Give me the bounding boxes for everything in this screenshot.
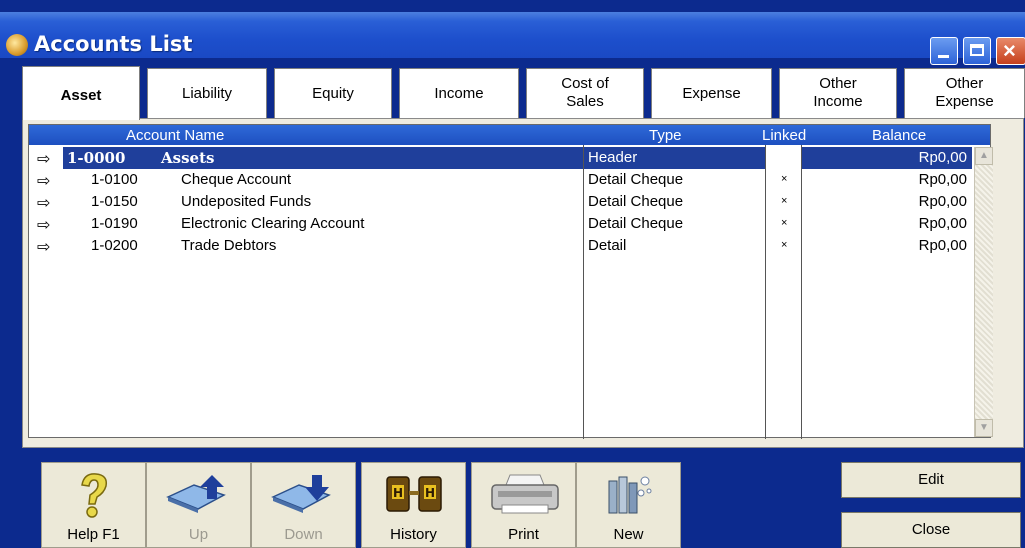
tab-cost-of-sales-line2: Sales — [566, 93, 604, 110]
close-window-button[interactable]: × — [996, 37, 1025, 65]
row-arrow-icon[interactable]: ⇨ — [37, 237, 50, 257]
accounts-list[interactable]: Account Name Type Linked Balance ⇨ 1-000… — [28, 124, 993, 439]
account-linked: × — [781, 217, 788, 229]
column-header-type[interactable]: Type — [649, 127, 682, 144]
account-linked: × — [781, 195, 788, 207]
print-button[interactable]: Print — [471, 462, 576, 548]
history-button[interactable]: H H History — [361, 462, 466, 548]
account-code: 1-0200 — [91, 237, 138, 254]
row-arrow-icon[interactable]: ⇨ — [37, 149, 50, 169]
tab-other-expense-line2: Expense — [935, 93, 994, 110]
printer-icon — [490, 474, 559, 514]
tab-expense[interactable]: Expense — [651, 68, 772, 118]
account-code: 1-0150 — [91, 193, 138, 210]
table-row[interactable]: ⇨ 1-0100 Cheque Account Detail Cheque × … — [31, 169, 981, 191]
help-button[interactable]: Help F1 — [41, 462, 146, 548]
account-linked: × — [781, 239, 788, 251]
tab-other-expense-line1: Other — [945, 75, 984, 92]
account-code: 1-0190 — [91, 215, 138, 232]
up-button-label: Up — [188, 526, 209, 543]
edit-button-label: Edit — [918, 471, 944, 488]
account-name: Undeposited Funds — [181, 193, 312, 210]
list-header: Account Name Type Linked Balance — [29, 125, 990, 145]
account-balance: Rp0,00 — [918, 193, 967, 210]
tab-equity[interactable]: Equity — [274, 68, 392, 118]
column-header-linked[interactable]: Linked — [762, 127, 806, 144]
tab-other-expense-label: Other Expense — [905, 75, 1024, 111]
table-row[interactable]: ⇨ 1-0190 Electronic Clearing Account Det… — [31, 213, 981, 235]
tab-liability-label: Liability — [181, 85, 233, 102]
account-type: Detail Cheque — [588, 215, 684, 232]
account-balance: Rp0,00 — [918, 237, 967, 254]
up-button[interactable]: Up — [146, 462, 251, 548]
svg-text:H: H — [392, 486, 402, 500]
minimize-button[interactable] — [930, 37, 958, 65]
tab-cost-of-sales-label: Cost of Sales — [527, 75, 643, 111]
account-type: Detail Cheque — [588, 193, 684, 210]
account-name: Cheque Account — [181, 171, 292, 188]
account-name: Electronic Clearing Account — [181, 215, 365, 232]
down-button[interactable]: Down — [251, 462, 356, 548]
account-code: 1-0000 — [67, 149, 126, 167]
tab-cost-of-sales-line1: Cost of — [561, 75, 609, 92]
help-button-label: Help F1 — [67, 526, 120, 543]
tab-income[interactable]: Income — [399, 68, 519, 118]
new-icon — [608, 476, 651, 514]
vertical-scrollbar[interactable]: ▲ ▼ — [974, 147, 993, 437]
down-button-label: Down — [284, 526, 323, 543]
account-balance: Rp0,00 — [918, 171, 967, 188]
account-balance: Rp0,00 — [918, 215, 967, 232]
accounts-list-window: Accounts List × Asset Liability Equity I… — [0, 0, 1025, 548]
title-bar[interactable]: Accounts List × — [0, 12, 1025, 65]
history-button-label: History — [390, 526, 437, 543]
tab-asset-label: Asset — [60, 87, 102, 104]
row-arrow-icon[interactable]: ⇨ — [37, 215, 50, 235]
window-title: Accounts List — [34, 32, 193, 56]
history-icon: H H — [385, 476, 442, 512]
edit-button[interactable]: Edit — [841, 462, 1021, 498]
new-button[interactable]: New — [576, 462, 681, 548]
row-arrow-icon[interactable]: ⇨ — [37, 171, 50, 191]
row-arrow-icon[interactable]: ⇨ — [37, 193, 50, 213]
tab-liability[interactable]: Liability — [147, 68, 267, 118]
close-button-label: Close — [911, 521, 951, 538]
scroll-down-icon[interactable]: ▼ — [975, 419, 993, 437]
account-code: 1-0100 — [91, 171, 138, 188]
close-icon: × — [1003, 38, 1016, 63]
tab-equity-label: Equity — [312, 85, 354, 102]
tab-income-label: Income — [434, 85, 484, 102]
tab-other-income-line2: Income — [813, 93, 863, 110]
table-row[interactable]: ⇨ 1-0200 Trade Debtors Detail × Rp0,00 — [31, 235, 981, 257]
tab-other-income-label: Other Income — [780, 75, 896, 111]
svg-text:H: H — [424, 486, 434, 500]
table-row[interactable]: ⇨ 1-0000 Assets Header Rp0,00 — [31, 147, 981, 169]
move-down-icon — [270, 475, 331, 513]
scroll-up-icon[interactable]: ▲ — [975, 147, 993, 165]
new-button-label: New — [613, 526, 644, 543]
account-linked: × — [781, 173, 788, 185]
tab-other-expense[interactable]: Other Expense — [904, 68, 1025, 118]
print-button-label: Print — [508, 526, 539, 543]
column-header-account-name[interactable]: Account Name — [126, 127, 224, 144]
tab-cost-of-sales[interactable]: Cost of Sales — [526, 68, 644, 118]
tab-other-income-line1: Other — [819, 75, 857, 92]
tab-expense-label: Expense — [682, 85, 741, 102]
minimize-icon — [938, 55, 949, 58]
account-name: Trade Debtors — [181, 237, 277, 254]
account-type: Detail Cheque — [588, 171, 684, 188]
help-icon — [80, 473, 107, 518]
table-row[interactable]: ⇨ 1-0150 Undeposited Funds Detail Cheque… — [31, 191, 981, 213]
account-type: Header — [588, 149, 638, 166]
tab-other-income[interactable]: Other Income — [779, 68, 897, 118]
account-balance: Rp0,00 — [918, 149, 967, 166]
close-button[interactable]: Close — [841, 512, 1021, 548]
account-name: Assets — [161, 149, 215, 167]
app-icon — [6, 34, 28, 56]
maximize-icon — [970, 44, 984, 56]
tab-asset[interactable]: Asset — [22, 66, 140, 120]
account-type: Detail — [588, 237, 627, 254]
move-up-icon — [165, 475, 226, 513]
maximize-button[interactable] — [963, 37, 991, 65]
column-header-balance[interactable]: Balance — [872, 127, 926, 144]
